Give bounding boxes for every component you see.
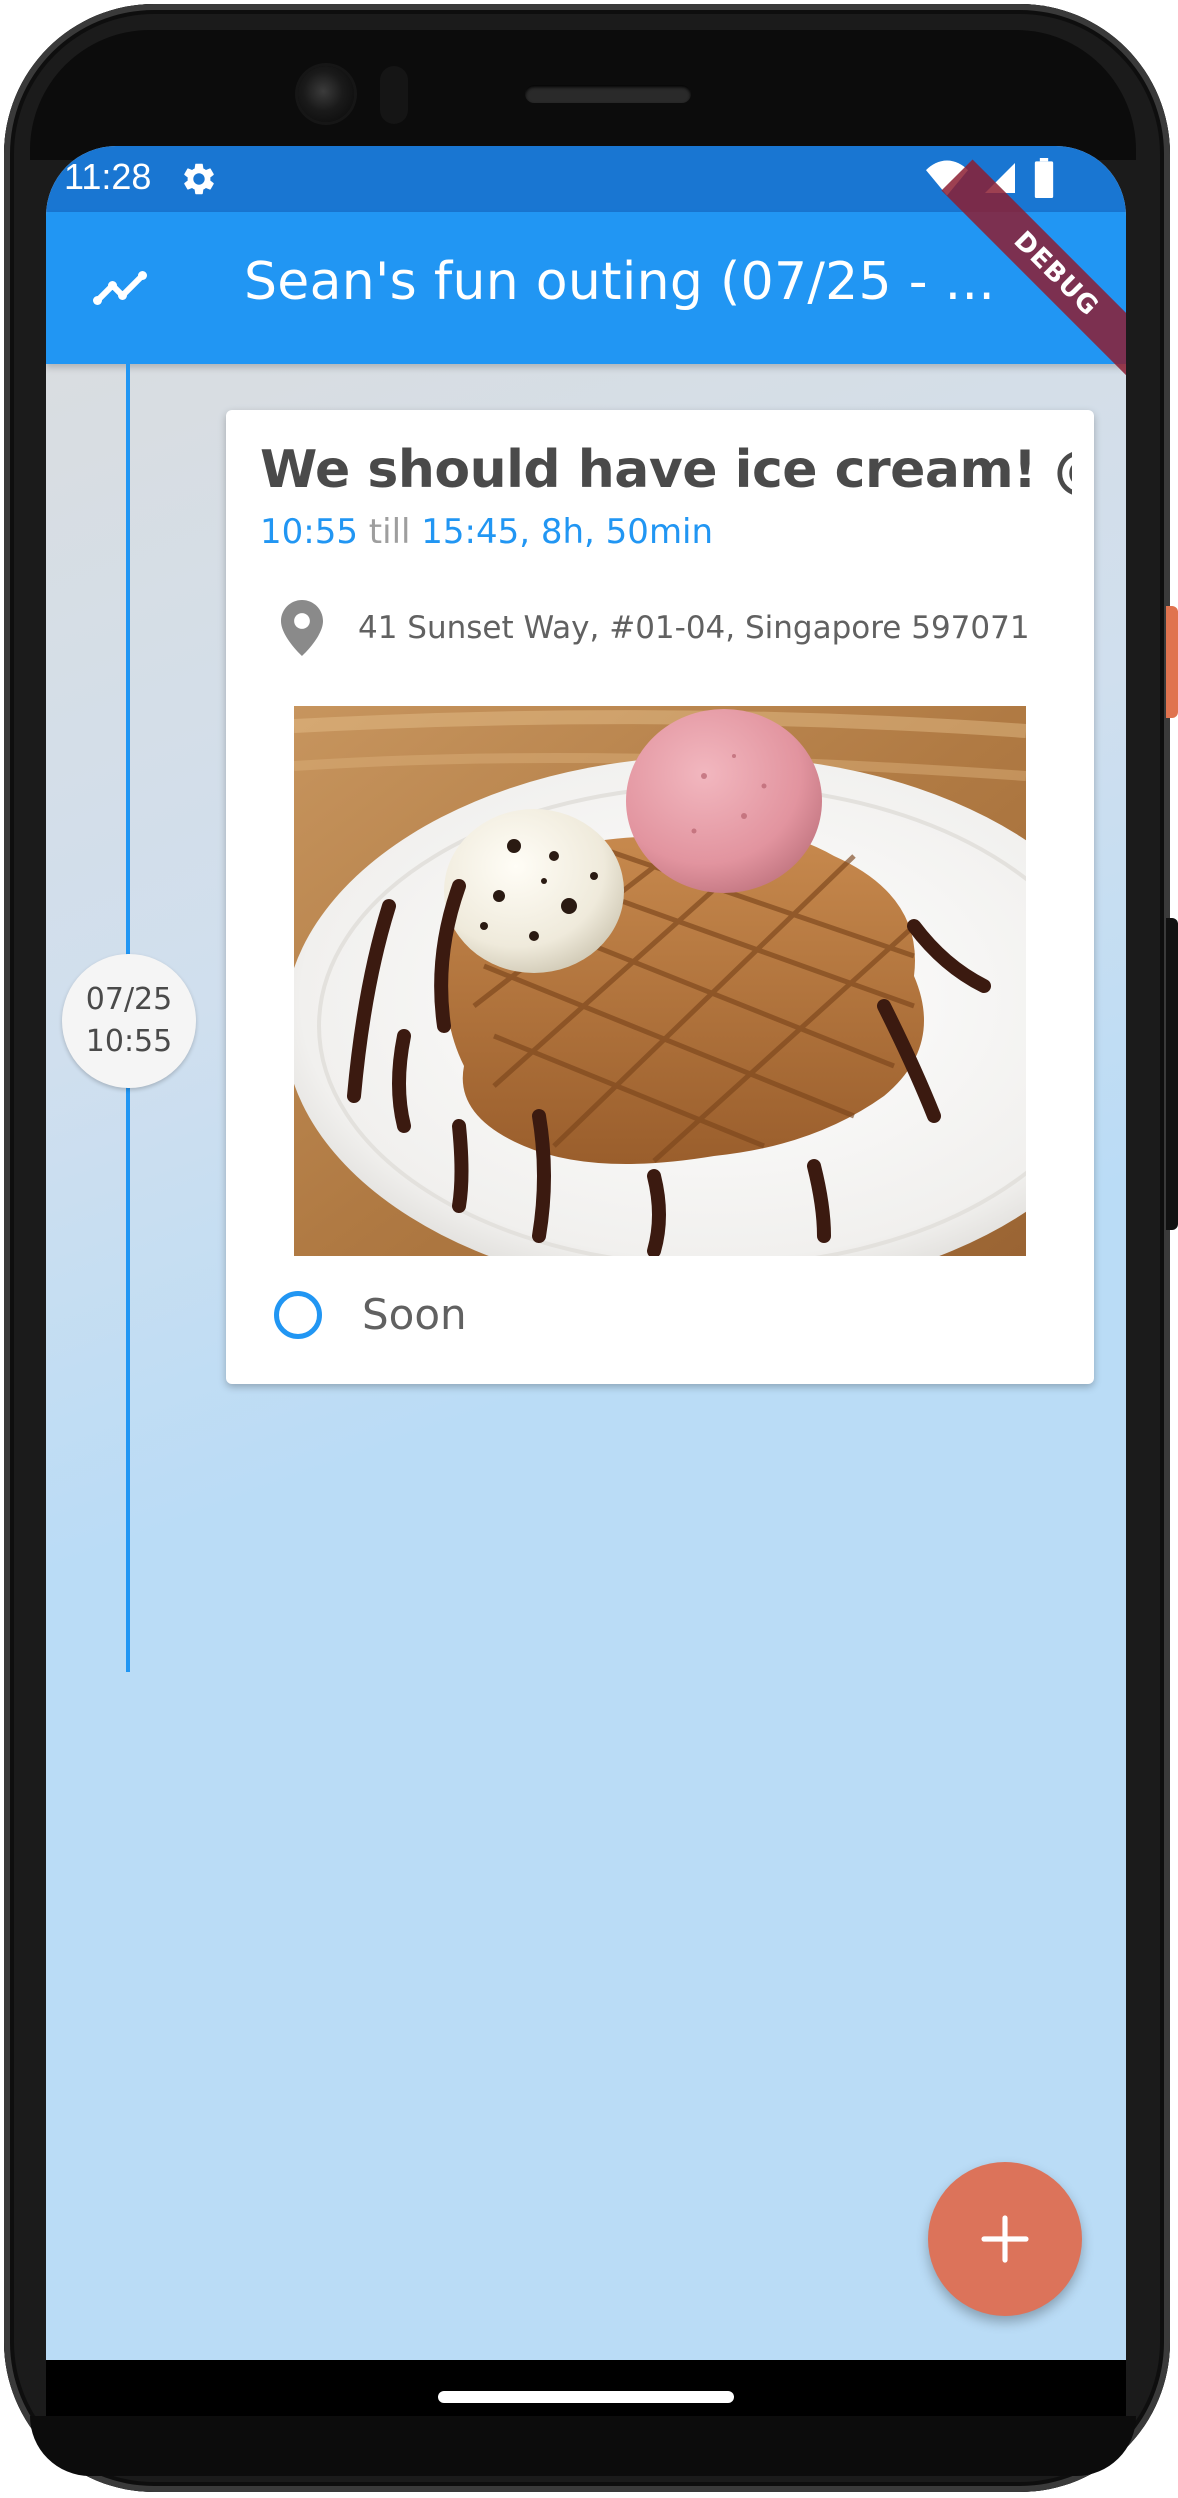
location-pin-icon — [281, 600, 323, 656]
timeline-node[interactable]: 07/25 10:55 — [62, 954, 196, 1088]
ice-cream-waffle-photo — [294, 706, 1026, 1256]
earpiece-speaker — [525, 85, 691, 103]
power-button — [1166, 606, 1178, 718]
event-photo — [294, 706, 1026, 1256]
battery-icon — [1034, 158, 1054, 198]
add-icon — [981, 2215, 1029, 2263]
settings-gear-icon — [184, 163, 214, 195]
add-event-button[interactable] — [928, 2162, 1082, 2316]
phone-frame: 11:28 Sean's fun outing (07/25 - ... DEB… — [0, 0, 1178, 2498]
timeline-chart-icon[interactable] — [90, 258, 150, 318]
timeline-node-time: 10:55 — [85, 1024, 173, 1059]
event-title: We should have ice cream! @... — [260, 440, 1072, 500]
volume-button — [1166, 918, 1178, 1230]
front-camera — [298, 66, 354, 122]
event-start-time: 10:55 — [260, 512, 358, 552]
timeline-node-date: 07/25 — [85, 982, 173, 1017]
home-indicator[interactable] — [438, 2391, 734, 2403]
status-time: 11:28 — [64, 156, 152, 197]
bottom-bezel — [30, 2416, 1136, 2476]
app-bar: Sean's fun outing (07/25 - ... DEBUG — [46, 159, 1126, 389]
event-location: 41 Sunset Way, #01-04, Singapore 597071 — [280, 600, 1030, 656]
event-end-duration: 15:45, 8h, 50min — [421, 512, 714, 552]
event-status[interactable]: Soon — [274, 1290, 467, 1339]
event-till-label: till — [368, 512, 411, 552]
proximity-sensor — [380, 66, 408, 124]
event-time: 10:55 till 15:45, 8h, 50min — [260, 512, 713, 552]
system-nav-bar — [46, 2360, 1126, 2416]
status-radio-icon[interactable] — [274, 1290, 322, 1339]
event-card[interactable]: We should have ice cream! @... 10:55 til… — [226, 410, 1094, 1384]
event-status-label: Soon — [362, 1290, 467, 1339]
page-title: Sean's fun outing (07/25 - ... — [244, 252, 996, 312]
event-location-text: 41 Sunset Way, #01-04, Singapore 597071 — [358, 610, 1030, 646]
app-screen: 11:28 Sean's fun outing (07/25 - ... DEB… — [46, 146, 1126, 2360]
